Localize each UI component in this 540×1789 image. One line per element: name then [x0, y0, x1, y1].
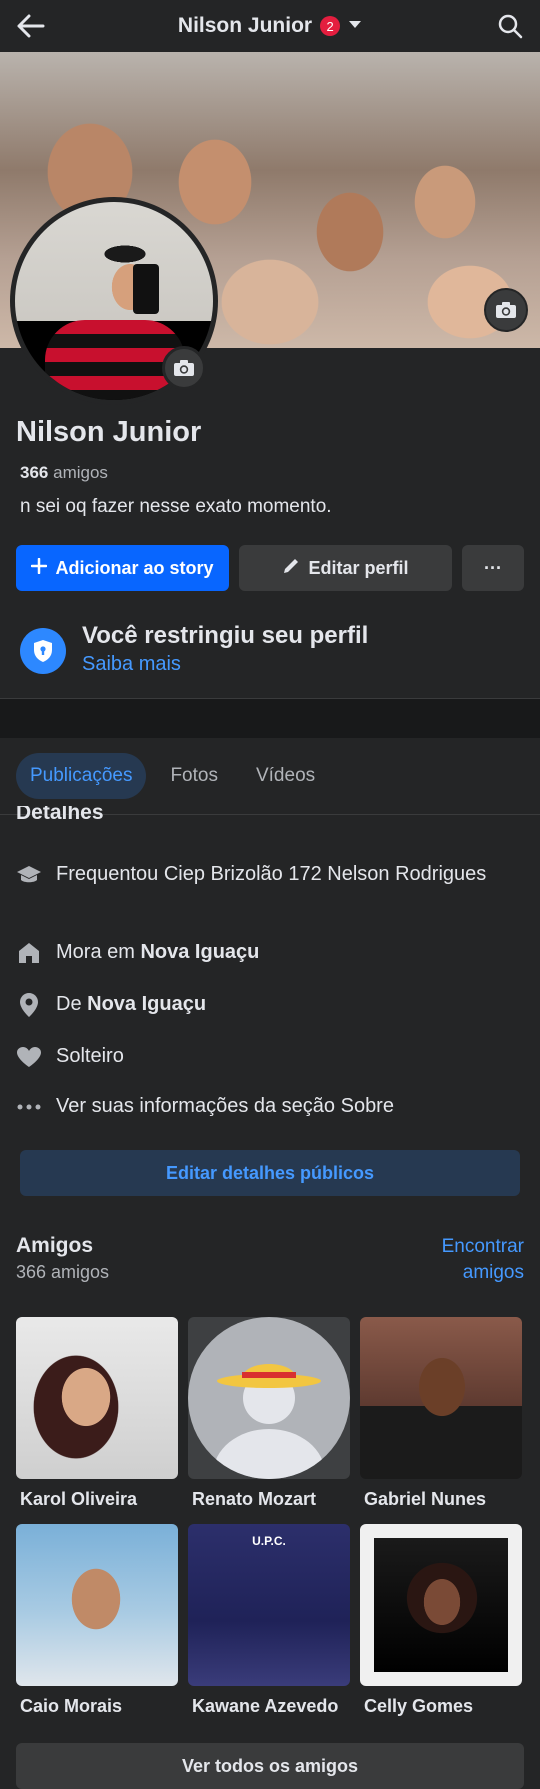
friend-photo [16, 1524, 178, 1686]
friend-name: Renato Mozart [192, 1489, 317, 1509]
education-text: Frequentou Ciep Brizolão 172 Nelson Rodr… [56, 863, 487, 885]
edit-profile-button[interactable]: Editar perfil [239, 545, 452, 591]
find-friends-link[interactable]: Encontrar amigos [404, 1234, 524, 1286]
profile-bio: n sei oq fazer nesse exato momento. [20, 496, 332, 517]
friends-grid: Karol Oliveira Renato Mozart Gabriel Nun… [16, 1317, 524, 1717]
relationship-text: Solteiro [56, 1045, 124, 1067]
friend-name: Celly Gomes [364, 1696, 474, 1716]
search-icon[interactable] [494, 10, 526, 42]
notification-badge: 2 [320, 16, 341, 36]
friend-photo [188, 1317, 350, 1479]
detail-lives-in: Mora em Nova Iguaçu [16, 940, 516, 966]
page-title: Nilson Junior [177, 14, 313, 37]
shield-icon [20, 628, 66, 674]
plus-icon [31, 557, 48, 579]
tab-videos[interactable]: Vídeos [242, 753, 329, 799]
location-pin-icon [16, 992, 42, 1018]
camera-icon[interactable] [484, 288, 528, 332]
friend-card[interactable]: Karol Oliveira [16, 1317, 178, 1510]
friend-card[interactable]: Renato Mozart [188, 1317, 350, 1510]
section-divider [0, 698, 540, 738]
camera-icon[interactable] [162, 346, 206, 390]
lives-in-city[interactable]: Nova Iguaçu [140, 941, 259, 963]
heart-icon [16, 1044, 42, 1070]
friend-photo [16, 1317, 178, 1479]
lives-in-prefix: Mora em [56, 941, 135, 963]
more-options-button[interactable]: ··· [462, 545, 524, 591]
house-icon [16, 940, 42, 966]
profile-name: Nilson Junior [16, 416, 202, 448]
friend-card[interactable]: Celly Gomes [360, 1524, 522, 1717]
friend-card[interactable]: Gabriel Nunes [360, 1317, 522, 1510]
friends-count[interactable]: 366 amigos [20, 463, 108, 483]
friend-photo [360, 1317, 522, 1479]
friend-card[interactable]: Caio Morais [16, 1524, 178, 1717]
more-icon: ··· [484, 557, 502, 578]
friend-name: Karol Oliveira [20, 1489, 138, 1509]
more-horizontal-icon [16, 1094, 42, 1120]
add-to-story-button[interactable]: Adicionar ao story [16, 545, 229, 591]
restriction-notice: Você restringiu seu perfil Saiba mais [20, 620, 520, 680]
profile-tabs: Publicações Fotos Vídeos [16, 753, 329, 799]
add-to-story-label: Adicionar ao story [55, 557, 214, 578]
pencil-icon [282, 557, 300, 580]
friend-photo [360, 1524, 522, 1686]
straw-hat-icon [217, 1364, 321, 1388]
restriction-title: Você restringiu seu perfil [82, 622, 369, 649]
friends-section-count: 366 amigos [16, 1262, 110, 1282]
profile-actions: Adicionar ao story Editar perfil ··· [16, 545, 524, 591]
detail-relationship: Solteiro [16, 1044, 516, 1070]
detail-education: Frequentou Ciep Brizolão 172 Nelson Rodr… [16, 862, 516, 888]
details-heading: Detalhes [16, 806, 104, 824]
friend-name: Caio Morais [20, 1696, 123, 1716]
edit-profile-label: Editar perfil [308, 557, 409, 578]
friend-card[interactable]: U.P.C. Kawane Azevedo [188, 1524, 350, 1717]
detail-from: De Nova Iguaçu [16, 992, 516, 1018]
from-city[interactable]: Nova Iguaçu [87, 993, 206, 1015]
graduation-cap-icon [16, 862, 42, 888]
edit-public-details-button[interactable]: Editar detalhes públicos [20, 1150, 520, 1196]
friend-name: Kawane Azevedo [192, 1696, 339, 1716]
friends-section-title: Amigos [16, 1234, 94, 1257]
detail-see-about[interactable]: Ver suas informações da seção Sobre [16, 1094, 516, 1120]
profile-switcher[interactable]: Nilson Junior 2 [0, 0, 540, 52]
learn-more-link[interactable]: Saiba mais [82, 653, 181, 676]
friend-photo: U.P.C. [188, 1524, 350, 1686]
friends-count-label: amigos [53, 463, 108, 482]
from-prefix: De [56, 993, 82, 1015]
see-about-text: Ver suas informações da seção Sobre [56, 1095, 394, 1117]
see-all-friends-button[interactable]: Ver todos os amigos [16, 1743, 524, 1789]
friends-count-number: 366 [20, 463, 49, 482]
chevron-down-icon [348, 17, 362, 35]
banner-text: U.P.C. [252, 1534, 286, 1548]
tab-publicacoes[interactable]: Publicações [16, 753, 147, 799]
friend-name: Gabriel Nunes [364, 1489, 487, 1509]
top-bar: Nilson Junior 2 [0, 0, 540, 52]
tab-fotos[interactable]: Fotos [156, 753, 232, 799]
